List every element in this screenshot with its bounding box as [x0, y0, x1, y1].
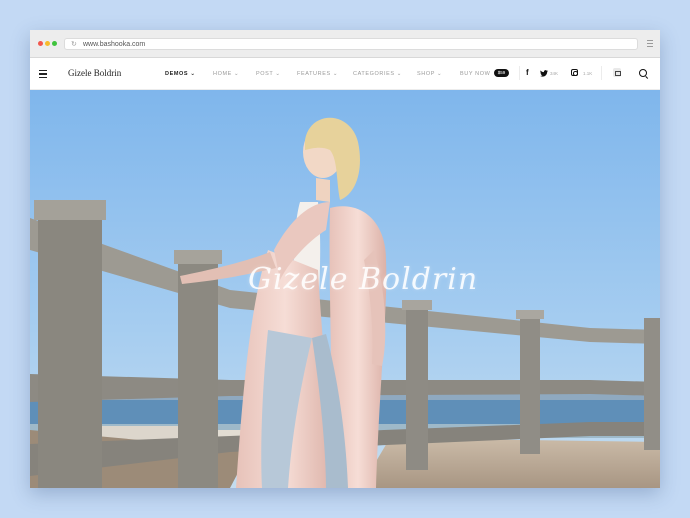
minimize-dot[interactable]	[45, 41, 50, 46]
reload-icon[interactable]: ↻	[71, 40, 77, 49]
site-logo[interactable]: Gizele Boldrin	[68, 68, 121, 78]
maximize-dot[interactable]	[52, 41, 57, 46]
nav-item-home[interactable]: HOME ⌄	[213, 71, 239, 77]
close-dot[interactable]	[38, 41, 43, 46]
chevron-down-icon: ⌄	[437, 71, 443, 77]
twitter-count: 34K	[550, 71, 559, 76]
chevron-down-icon: ⌄	[396, 71, 403, 77]
chevron-down-icon: ⌄	[332, 71, 339, 77]
chevron-down-icon: ⌄	[275, 71, 281, 77]
browser-window: ↻ www.bashooka.com Gizele Boldrin DEMOS …	[30, 30, 660, 488]
facebook-icon[interactable]: f	[526, 68, 529, 77]
instagram-icon[interactable]	[571, 69, 578, 76]
calendar-icon[interactable]	[613, 68, 621, 77]
chevron-down-icon: ⌄	[190, 71, 196, 77]
nav-item-post[interactable]: POST ⌄	[256, 71, 281, 77]
nav-item-features[interactable]: FEATURES ⌄	[297, 71, 338, 77]
browser-menu-icon[interactable]	[647, 40, 653, 49]
divider	[601, 66, 602, 80]
chevron-down-icon: ⌄	[234, 71, 240, 77]
hamburger-icon[interactable]	[39, 70, 47, 80]
twitter-icon[interactable]	[540, 70, 548, 77]
nav-item-categories[interactable]: CATEGORIES ⌄	[353, 71, 402, 77]
search-icon[interactable]	[639, 69, 647, 77]
divider	[519, 66, 520, 80]
nav-item-buy-now[interactable]: BUY NOW	[460, 71, 490, 77]
browser-chrome: ↻ www.bashooka.com	[30, 30, 660, 58]
instagram-count: 1.1K	[583, 71, 593, 76]
hero-banner: Gizele Boldrin	[30, 90, 660, 488]
url-text[interactable]: www.bashooka.com	[83, 40, 145, 49]
price-badge: $59	[494, 69, 509, 77]
nav-item-shop[interactable]: SHOP ⌄	[417, 71, 442, 77]
address-bar[interactable]: ↻ www.bashooka.com	[64, 38, 638, 50]
site-header: Gizele Boldrin DEMOS ⌄ HOME ⌄ POST ⌄ FEA…	[30, 58, 660, 90]
hero-title: Gizele Boldrin	[248, 262, 479, 297]
nav-item-demos[interactable]: DEMOS ⌄	[165, 71, 196, 77]
